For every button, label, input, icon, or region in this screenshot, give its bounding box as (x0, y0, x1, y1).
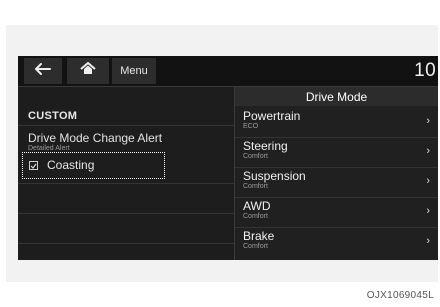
drive-mode-change-alert-label: Drive Mode Change Alert (28, 131, 163, 145)
drive-mode-header: Drive Mode (235, 87, 438, 106)
custom-divider (18, 125, 234, 126)
mode-value: Comfort (243, 243, 268, 250)
figure-frame: Menu 10: CUSTOM Drive Mode Change Alert … (0, 0, 440, 307)
home-icon (80, 61, 96, 81)
row-divider (235, 197, 438, 198)
coasting-option[interactable]: Coasting (22, 152, 165, 179)
mode-value: Comfort (243, 183, 268, 190)
custom-title: CUSTOM (28, 110, 78, 122)
top-bar: Menu 10: (18, 56, 438, 86)
chevron-right-icon: › (426, 175, 430, 187)
row-divider (235, 167, 438, 168)
chevron-right-icon: › (426, 235, 430, 247)
mode-name: Powertrain (243, 109, 301, 123)
mode-name: Brake (243, 229, 275, 243)
mode-row-brake[interactable]: Brake Comfort › (235, 229, 438, 259)
chevron-right-icon: › (426, 205, 430, 217)
back-button[interactable] (24, 58, 62, 84)
mode-name: Suspension (243, 169, 306, 183)
checkmark-icon (30, 163, 37, 169)
mode-row-powertrain[interactable]: Powertrain ECO › (235, 109, 438, 139)
home-button[interactable] (67, 58, 109, 84)
mode-value: ECO (243, 123, 259, 130)
left-divider (18, 243, 234, 244)
menu-button[interactable]: Menu (112, 58, 156, 84)
left-divider (18, 213, 234, 214)
drive-mode-change-alert-value: Detailed Alert (28, 145, 70, 152)
row-divider (235, 227, 438, 228)
drive-mode-header-label: Drive Mode (305, 89, 368, 104)
mode-value: Comfort (243, 213, 268, 220)
mode-row-steering[interactable]: Steering Comfort › (235, 139, 438, 169)
clock-time: 10: (414, 60, 438, 81)
mode-row-awd[interactable]: AWD Comfort › (235, 199, 438, 229)
mode-value: Comfort (243, 153, 268, 160)
coasting-checkbox[interactable] (29, 161, 38, 170)
infotainment-screen: Menu 10: CUSTOM Drive Mode Change Alert … (18, 56, 438, 260)
row-divider (235, 137, 438, 138)
mode-name: AWD (243, 199, 271, 213)
figure-code: OJX1069045L (366, 290, 434, 301)
chevron-right-icon: › (426, 145, 430, 157)
left-divider (18, 183, 234, 184)
mode-row-suspension[interactable]: Suspension Comfort › (235, 169, 438, 199)
coasting-label: Coasting (47, 158, 95, 172)
custom-settings-pane: CUSTOM Drive Mode Change Alert Detailed … (18, 87, 234, 260)
back-arrow-icon (35, 62, 51, 80)
chevron-right-icon: › (426, 115, 430, 127)
drive-mode-pane: Drive Mode Powertrain ECO › Steering Com… (235, 87, 438, 260)
menu-button-label: Menu (120, 65, 148, 77)
mode-name: Steering (243, 139, 288, 153)
